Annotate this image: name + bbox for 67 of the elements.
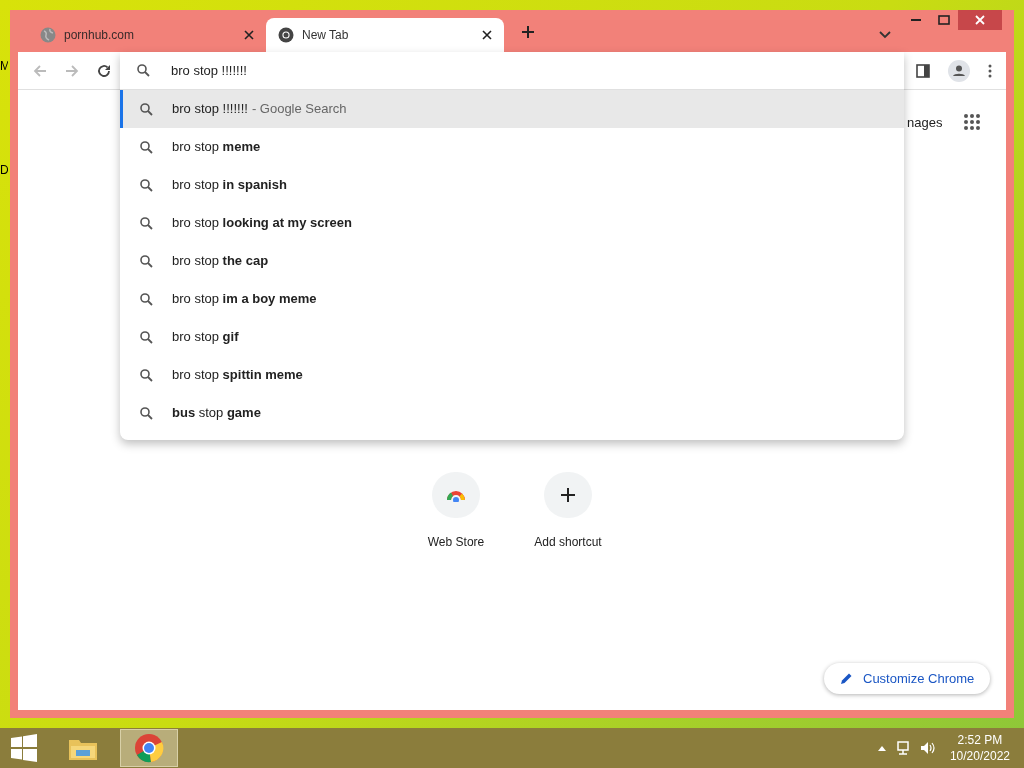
shortcut-tile[interactable]: Web Store	[412, 463, 500, 551]
search-icon	[140, 216, 153, 230]
search-icon	[140, 330, 153, 344]
volume-icon[interactable]	[919, 740, 936, 756]
apps-grid-icon[interactable]	[963, 113, 981, 131]
suggestion-row[interactable]: bro stop !!!!!!! - Google Search	[120, 90, 904, 128]
suggestion-row[interactable]: bro stop the cap	[120, 242, 904, 280]
shortcut-label: Add shortcut	[534, 534, 602, 551]
suggestion-text: bro stop in spanish	[172, 176, 287, 195]
clock-time[interactable]: 2:52 PM	[957, 732, 1003, 748]
search-icon	[140, 292, 153, 306]
shortcut-tile[interactable]: Add shortcut	[524, 463, 612, 551]
suggestion-row[interactable]: bus stop game	[120, 394, 904, 432]
suggestion-text: bro stop the cap	[172, 252, 269, 271]
close-button[interactable]	[958, 10, 1002, 30]
chrome-icon	[278, 27, 294, 43]
suggestion-text: bro stop gif	[172, 328, 239, 347]
suggestion-row[interactable]: bro stop meme	[120, 128, 904, 166]
suggestion-text: bro stop !!!!!!!	[172, 100, 248, 119]
suggestion-text: bro stop spittin meme	[172, 366, 303, 385]
maximize-icon	[938, 15, 950, 25]
side-panel-icon[interactable]	[916, 63, 930, 78]
search-icon	[140, 254, 153, 268]
search-icon	[140, 406, 153, 420]
start-icon[interactable]	[10, 734, 38, 762]
close-tab-icon[interactable]	[244, 30, 254, 40]
taskbar-app-button[interactable]	[120, 729, 178, 767]
browser-tab[interactable]: pornhub.com	[28, 18, 266, 52]
suggestion-row[interactable]: bro stop gif	[120, 318, 904, 356]
suggestion-text: bro stop looking at my screen	[172, 214, 352, 233]
reload-icon[interactable]	[96, 62, 112, 79]
images-link[interactable]: nages	[907, 113, 943, 133]
tab-title: pornhub.com	[64, 27, 136, 44]
shortcut-label: Web Store	[427, 534, 485, 551]
menu-icon[interactable]	[988, 63, 992, 78]
browser-tab[interactable]: New Tab	[266, 18, 504, 52]
suggestion-row[interactable]: bro stop spittin meme	[120, 356, 904, 394]
close-icon	[975, 15, 985, 25]
network-icon[interactable]	[895, 740, 912, 756]
show-hidden-icons-icon[interactable]	[877, 745, 886, 751]
profile-avatar-icon[interactable]	[948, 59, 970, 82]
globe-icon	[40, 27, 56, 43]
suggestion-row[interactable]: bro stop im a boy meme	[120, 280, 904, 318]
search-icon	[140, 140, 153, 154]
search-icon	[140, 102, 153, 116]
tab-list-icon[interactable]	[879, 31, 891, 39]
suggestion-hint: - Google Search	[251, 100, 347, 119]
minimize-icon	[911, 18, 921, 22]
suggestion-text: bus stop game	[172, 404, 261, 423]
web-store-icon	[446, 488, 466, 502]
chrome-icon	[134, 733, 164, 763]
close-tab-icon[interactable]	[482, 30, 492, 40]
customize-chrome-button[interactable]: Customize Chrome	[824, 663, 991, 694]
search-icon	[140, 368, 153, 382]
plus-icon	[521, 25, 535, 39]
suggestion-row[interactable]: bro stop in spanish	[120, 166, 904, 204]
search-icon	[140, 178, 153, 192]
clock-date[interactable]: 10/20/2022	[949, 748, 1010, 764]
plus-icon	[560, 487, 576, 503]
suggestion-text: bro stop im a boy meme	[172, 290, 317, 309]
tab-title: New Tab	[302, 27, 350, 44]
search-icon	[137, 64, 150, 77]
suggestion-row[interactable]: bro stop looking at my screen	[120, 204, 904, 242]
pencil-icon	[840, 672, 853, 685]
address-text: bro stop !!!!!!!	[171, 61, 247, 80]
suggestion-text: bro stop meme	[172, 138, 261, 157]
desktop-icon-label[interactable]: D	[0, 164, 8, 176]
